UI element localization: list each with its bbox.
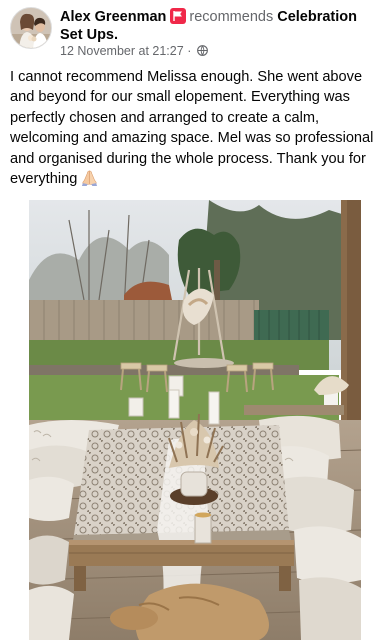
- meta-separator: ·: [187, 44, 192, 58]
- avatar[interactable]: [10, 7, 52, 49]
- folded-hands-emoji-icon: [81, 169, 98, 187]
- post-header: Alex Greenman recommends Celebration Set …: [10, 7, 380, 58]
- photo-scene: [29, 200, 361, 640]
- recommends-label: recommends: [189, 9, 274, 25]
- globe-icon[interactable]: [196, 45, 208, 56]
- author-name[interactable]: Alex Greenman: [60, 9, 166, 25]
- post-timestamp[interactable]: 12 November at 21:27: [60, 44, 184, 58]
- recommend-flag-icon: [170, 8, 187, 24]
- post-title: Alex Greenman recommends Celebration Set …: [60, 8, 380, 44]
- post-body: I cannot recommend Melissa enough. She w…: [10, 67, 382, 189]
- post-meta: 12 November at 21:27 ·: [60, 44, 208, 58]
- post-body-text: I cannot recommend Melissa enough. She w…: [10, 69, 374, 188]
- post-photo[interactable]: [29, 200, 361, 640]
